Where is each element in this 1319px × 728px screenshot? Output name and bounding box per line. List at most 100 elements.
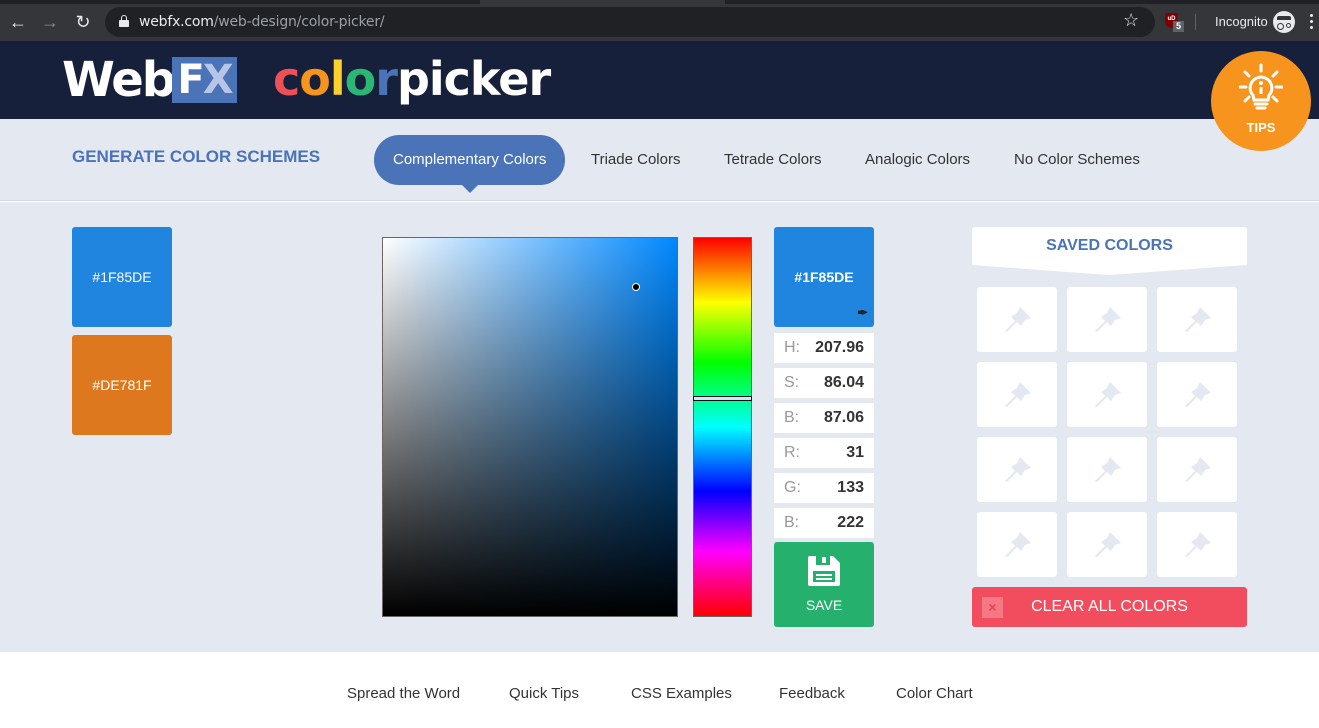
- saturation-brightness-field[interactable]: [382, 237, 678, 617]
- blue-field: B:: [774, 508, 874, 538]
- footer-link-feedback[interactable]: Feedback: [779, 685, 845, 702]
- webfx-logo-fx[interactable]: FX: [172, 57, 237, 103]
- green-input[interactable]: [800, 477, 864, 499]
- tab-triade[interactable]: Triade Colors: [572, 135, 699, 185]
- saved-color-slot[interactable]: [1157, 287, 1237, 352]
- clear-all-colors-button[interactable]: × CLEAR ALL COLORS: [972, 587, 1247, 627]
- red-field: R:: [774, 438, 874, 468]
- hue-slider-handle[interactable]: [693, 395, 752, 401]
- logo-color-letters: color: [273, 52, 398, 106]
- pin-icon: [1095, 457, 1121, 482]
- tips-button[interactable]: TIPS: [1211, 51, 1311, 151]
- url-path: /web-design/color-picker/: [213, 14, 385, 30]
- tab-tetrade[interactable]: Tetrade Colors: [705, 135, 841, 185]
- forward-arrow-icon[interactable]: →: [38, 10, 62, 34]
- save-button[interactable]: SAVE: [774, 542, 874, 627]
- extension-badge: 5: [1173, 21, 1184, 32]
- saved-color-slot[interactable]: [977, 437, 1057, 502]
- lock-icon: [119, 15, 129, 27]
- saved-color-slot[interactable]: [1067, 437, 1147, 502]
- incognito-label: Incognito: [1215, 14, 1268, 29]
- footer-nav: Spread the Word Quick Tips CSS Examples …: [0, 652, 1319, 728]
- browser-menu-icon[interactable]: [1310, 14, 1314, 32]
- logo-letter: r: [375, 52, 398, 106]
- brightness-field: B:: [774, 403, 874, 433]
- logo-tail: picker: [396, 52, 551, 106]
- saved-color-slot[interactable]: [1067, 512, 1147, 577]
- saved-color-slot[interactable]: [977, 287, 1057, 352]
- reload-icon[interactable]: ↻: [71, 10, 95, 34]
- pin-icon: [1185, 382, 1211, 407]
- logo-letter: l: [329, 52, 346, 106]
- saved-colors-header: SAVED COLORS: [972, 227, 1247, 275]
- saturation-label: S:: [784, 374, 800, 391]
- pin-icon: [1185, 457, 1211, 482]
- scheme-swatch[interactable]: #DE781F: [72, 335, 172, 435]
- colorpicker-logo: colorpicker: [273, 51, 551, 107]
- brightness-input[interactable]: [800, 407, 864, 429]
- saved-color-slot[interactable]: [977, 512, 1057, 577]
- saved-color-slot[interactable]: [1157, 362, 1237, 427]
- saved-color-slot[interactable]: [1067, 287, 1147, 352]
- pin-icon: [1095, 382, 1121, 407]
- current-hex: #1F85DE: [794, 269, 854, 285]
- scheme-title: GENERATE COLOR SCHEMES: [72, 147, 321, 166]
- green-label: G:: [784, 479, 801, 496]
- clear-all-label: CLEAR ALL COLORS: [1031, 598, 1188, 615]
- green-field: G:: [774, 473, 874, 503]
- scheme-swatch[interactable]: #1F85DE: [72, 227, 172, 327]
- field-black-layer: [383, 238, 677, 616]
- eyedropper-icon[interactable]: ✒: [857, 305, 868, 321]
- logo-x: X: [202, 57, 234, 103]
- back-arrow-icon[interactable]: ←: [6, 10, 30, 34]
- blue-input[interactable]: [800, 512, 864, 534]
- pin-icon: [1095, 532, 1121, 557]
- pin-icon: [1185, 307, 1211, 332]
- footer-link-tips[interactable]: Quick Tips: [509, 685, 579, 702]
- logo-f: F: [177, 57, 204, 103]
- blue-label: B:: [784, 514, 800, 531]
- saved-color-slot[interactable]: [1157, 512, 1237, 577]
- logo-letter: o: [299, 52, 331, 106]
- pin-icon: [1185, 532, 1211, 557]
- ublock-extension-icon[interactable]: uD 5: [1165, 13, 1184, 32]
- saved-color-slot[interactable]: [1157, 437, 1237, 502]
- tab-no-schemes[interactable]: No Color Schemes: [995, 135, 1159, 185]
- lightbulb-icon: [1239, 63, 1283, 110]
- footer-link-spread[interactable]: Spread the Word: [347, 685, 460, 702]
- field-cursor[interactable]: [631, 282, 640, 291]
- pin-icon: [1005, 457, 1031, 482]
- url-host: webfx.com: [139, 14, 214, 30]
- browser-toolbar: ← → ↻ webfx.com/web-design/color-picker/…: [0, 4, 1319, 41]
- tips-label: TIPS: [1246, 120, 1276, 135]
- webfx-logo-text[interactable]: Web: [62, 53, 176, 107]
- floppy-disk-icon: [808, 556, 840, 586]
- footer-link-chart[interactable]: Color Chart: [896, 685, 973, 702]
- url-text[interactable]: webfx.com/web-design/color-picker/: [139, 14, 385, 30]
- hue-input[interactable]: [800, 337, 864, 359]
- pin-icon: [1005, 307, 1031, 332]
- footer-link-css[interactable]: CSS Examples: [631, 685, 732, 702]
- red-input[interactable]: [800, 442, 864, 464]
- saturation-field: S:: [774, 368, 874, 398]
- saved-header-arrow: [972, 262, 1247, 275]
- logo-letter: o: [344, 52, 377, 106]
- hue-slider[interactable]: [693, 237, 752, 617]
- saved-color-slot[interactable]: [1067, 362, 1147, 427]
- logo-letter: c: [273, 52, 300, 106]
- site-header: Web FX colorpicker: [0, 41, 1319, 119]
- incognito-icon[interactable]: [1273, 11, 1295, 33]
- hue-label: H:: [784, 339, 800, 356]
- bookmark-star-icon[interactable]: ☆: [1123, 10, 1139, 31]
- save-label: SAVE: [805, 597, 843, 613]
- saturation-input[interactable]: [800, 372, 864, 394]
- brightness-label: B:: [784, 409, 800, 426]
- picker-area: #1F85DE #DE781F #1F85DE ✒ H: S: B: R: G:…: [0, 202, 1319, 652]
- saved-color-slot[interactable]: [977, 362, 1057, 427]
- tab-analogic[interactable]: Analogic Colors: [846, 135, 989, 185]
- pin-icon: [1005, 532, 1031, 557]
- tab-complementary[interactable]: Complementary Colors: [374, 135, 566, 193]
- saved-colors-title: SAVED COLORS: [1046, 237, 1173, 254]
- address-bar[interactable]: webfx.com/web-design/color-picker/ ☆: [105, 7, 1155, 37]
- toolbar-divider: [1195, 14, 1196, 30]
